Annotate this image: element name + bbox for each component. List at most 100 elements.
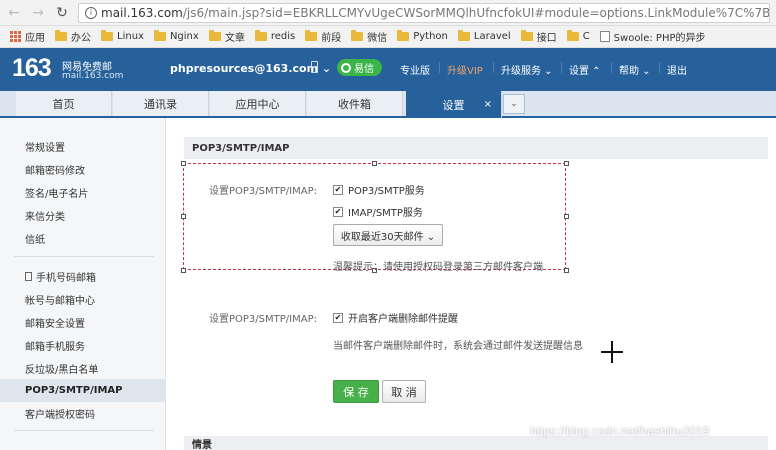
sidebar-item-client-auth-password[interactable]: 客户端授权密码 xyxy=(0,402,165,425)
settings-content: POP3/SMTP/IMAP 设置POP3/SMTP/IMAP: ✔ POP3/… xyxy=(166,118,776,450)
delete-notice-checkbox[interactable]: ✔ xyxy=(333,312,343,323)
tab-contacts[interactable]: 通讯录 xyxy=(113,91,209,116)
sidebar-item-antispam[interactable]: 反垃圾/黑白名单 xyxy=(0,357,165,380)
imap-smtp-option[interactable]: ✔ IMAP/SMTP服务 xyxy=(333,204,423,219)
logout-link[interactable]: 退出 xyxy=(667,62,687,77)
delete-notice-option[interactable]: ✔ 开启客户端删除邮件提醒 xyxy=(333,310,458,325)
pop3-smtp-label: POP3/SMTP服务 xyxy=(348,186,425,197)
header-divider xyxy=(659,62,660,73)
sidebar-item-security[interactable]: 邮箱安全设置 xyxy=(0,311,165,334)
header-divider xyxy=(561,62,562,73)
save-button[interactable]: 保 存 xyxy=(333,380,379,403)
sidebar-item-mail-filter[interactable]: 来信分类 xyxy=(0,204,165,227)
bookmark-folder[interactable]: redis xyxy=(254,30,296,42)
bookmark-folder[interactable]: 接口 xyxy=(520,29,557,44)
sidebar-item-stationery[interactable]: 信纸 xyxy=(0,227,165,250)
tab-more-dropdown[interactable]: ⌄ xyxy=(503,94,525,114)
folder-icon xyxy=(457,30,470,41)
auth-code-tip: 温馨提示：请使用授权码登录第三方邮件客户端 xyxy=(333,262,543,273)
pop3-smtp-option[interactable]: ✔ POP3/SMTP服务 xyxy=(333,182,425,197)
bookmark-page[interactable]: Swoole: PHP的异步 xyxy=(599,29,706,44)
sidebar-item-account-center[interactable]: 帐号与邮箱中心 xyxy=(0,288,165,311)
resize-handle[interactable] xyxy=(181,214,186,219)
sidebar-item-phone-mailbox[interactable]: 手机号码邮箱 xyxy=(0,265,165,288)
help-menu[interactable]: 帮助 ⌄ xyxy=(619,62,651,77)
sidebar-item-password[interactable]: 邮箱密码修改 xyxy=(0,158,165,181)
cancel-button[interactable]: 取 消 xyxy=(382,380,426,403)
back-icon[interactable]: ← xyxy=(4,3,24,23)
pro-version-link[interactable]: 专业版 xyxy=(400,62,430,77)
bookmark-folder[interactable]: 前段 xyxy=(305,29,341,44)
address-bar[interactable]: i mail.163.com/js6/main.jsp?sid=EBKRLLCM… xyxy=(78,2,770,23)
resize-handle[interactable] xyxy=(181,268,186,273)
sidebar-item-mobile-service[interactable]: 邮箱手机服务 xyxy=(0,334,165,357)
resize-handle[interactable] xyxy=(372,161,377,166)
sidebar-divider xyxy=(14,256,154,257)
upgrade-service-menu[interactable]: 升级服务 ⌄ xyxy=(501,62,553,77)
delete-notice-label: 开启客户端删除邮件提醒 xyxy=(348,314,458,325)
settings-sidebar: 常规设置 邮箱密码修改 签名/电子名片 来信分类 信纸 手机号码邮箱 帐号与邮箱… xyxy=(0,118,166,450)
forward-icon[interactable]: → xyxy=(28,3,48,23)
bookmark-label: Linux xyxy=(117,31,144,42)
bookmark-label: Swoole: PHP的异步 xyxy=(613,33,706,44)
imap-smtp-checkbox[interactable]: ✔ xyxy=(333,206,343,217)
bookmark-label: 微信 xyxy=(367,33,388,44)
tab-app-center[interactable]: 应用中心 xyxy=(210,91,306,116)
bookmark-label: 前段 xyxy=(321,33,342,44)
bookmark-folder[interactable]: Laravel xyxy=(457,30,511,42)
bookmark-folder[interactable]: 办公 xyxy=(55,29,91,44)
close-icon[interactable]: × xyxy=(484,99,492,110)
folder-icon xyxy=(351,30,364,41)
bookmark-folder[interactable]: 微信 xyxy=(351,29,387,44)
fetch-range-select[interactable]: 收取最近30天邮件 ⌄ xyxy=(333,224,443,246)
url-text: mail.163.com/js6/main.jsp?sid=EBKRLLCMYv… xyxy=(101,5,770,20)
phone-icon xyxy=(25,272,32,281)
logo-domain: mail.163.com xyxy=(62,71,124,81)
bookmark-apps[interactable]: 应用 xyxy=(10,29,45,44)
resize-handle[interactable] xyxy=(564,268,569,273)
bookmark-folder[interactable]: Python xyxy=(397,30,448,42)
bookmark-label: redis xyxy=(270,31,296,42)
browser-toolbar: ← → ↻ i mail.163.com/js6/main.jsp?sid=EB… xyxy=(0,0,776,26)
sidebar-item-signature[interactable]: 签名/电子名片 xyxy=(0,181,165,204)
url-path: /js6/main.jsp?sid=EBKRLLCMYvUgeCWSorMMQl… xyxy=(182,5,770,20)
apps-grid-icon xyxy=(10,31,21,42)
resize-handle[interactable] xyxy=(564,161,569,166)
yixin-button[interactable]: 易信 xyxy=(337,59,382,76)
folder-icon xyxy=(397,30,410,41)
sidebar-item-general[interactable]: 常规设置 xyxy=(0,135,165,158)
bookmark-label: C xyxy=(582,31,590,42)
pop3-smtp-checkbox[interactable]: ✔ xyxy=(333,184,343,195)
upgrade-vip-link[interactable]: 升级VIP xyxy=(447,62,483,77)
tab-home[interactable]: 首页 xyxy=(16,91,112,116)
settings-menu[interactable]: 设置 ⌃ xyxy=(569,62,601,77)
bookmark-label: Laravel xyxy=(473,31,511,42)
site-info-icon[interactable]: i xyxy=(85,6,97,19)
resize-handle[interactable] xyxy=(181,161,186,166)
yixin-icon xyxy=(341,62,351,73)
url-host: mail.163.com xyxy=(101,5,183,20)
sidebar-item-pop3-smtp-imap[interactable]: POP3/SMTP/IMAP xyxy=(0,379,165,402)
bookmark-folder[interactable]: Nginx xyxy=(153,30,199,42)
tab-bar: 首页 通讯录 应用中心 收件箱 设置 × ⌄ xyxy=(0,91,776,118)
folder-icon xyxy=(153,30,166,41)
bookmarks-bar: 应用 办公 Linux Nginx 文章 redis 前段 微信 Python … xyxy=(0,26,776,48)
delete-notice-tip: 当邮件客户端删除邮件时，系统会通过邮件发送提醒信息 xyxy=(333,341,583,352)
tab-label: 收件箱 xyxy=(338,97,371,111)
tab-inbox[interactable]: 收件箱 xyxy=(307,91,403,116)
account-menu[interactable]: phpresources@163.com ⌄ xyxy=(170,62,331,75)
tab-settings[interactable]: 设置 × xyxy=(406,91,502,118)
tab-label: 通讯录 xyxy=(144,97,177,111)
sidebar-item-label: 手机号码邮箱 xyxy=(36,273,96,284)
header-divider xyxy=(493,62,494,73)
logo-number[interactable]: 163 xyxy=(12,54,52,83)
client-settings-label: 设置POP3/SMTP/IMAP: xyxy=(209,314,317,325)
bookmark-folder[interactable]: C xyxy=(566,30,590,42)
crosshair-cursor-icon xyxy=(601,341,623,363)
bookmark-folder[interactable]: Linux xyxy=(101,30,144,42)
watermark: https://blog.csdn.net/hashihu2019 xyxy=(530,424,710,438)
mobile-phone-icon[interactable] xyxy=(311,61,318,73)
reload-icon[interactable]: ↻ xyxy=(52,3,72,23)
resize-handle[interactable] xyxy=(564,214,569,219)
bookmark-folder[interactable]: 文章 xyxy=(208,29,245,44)
